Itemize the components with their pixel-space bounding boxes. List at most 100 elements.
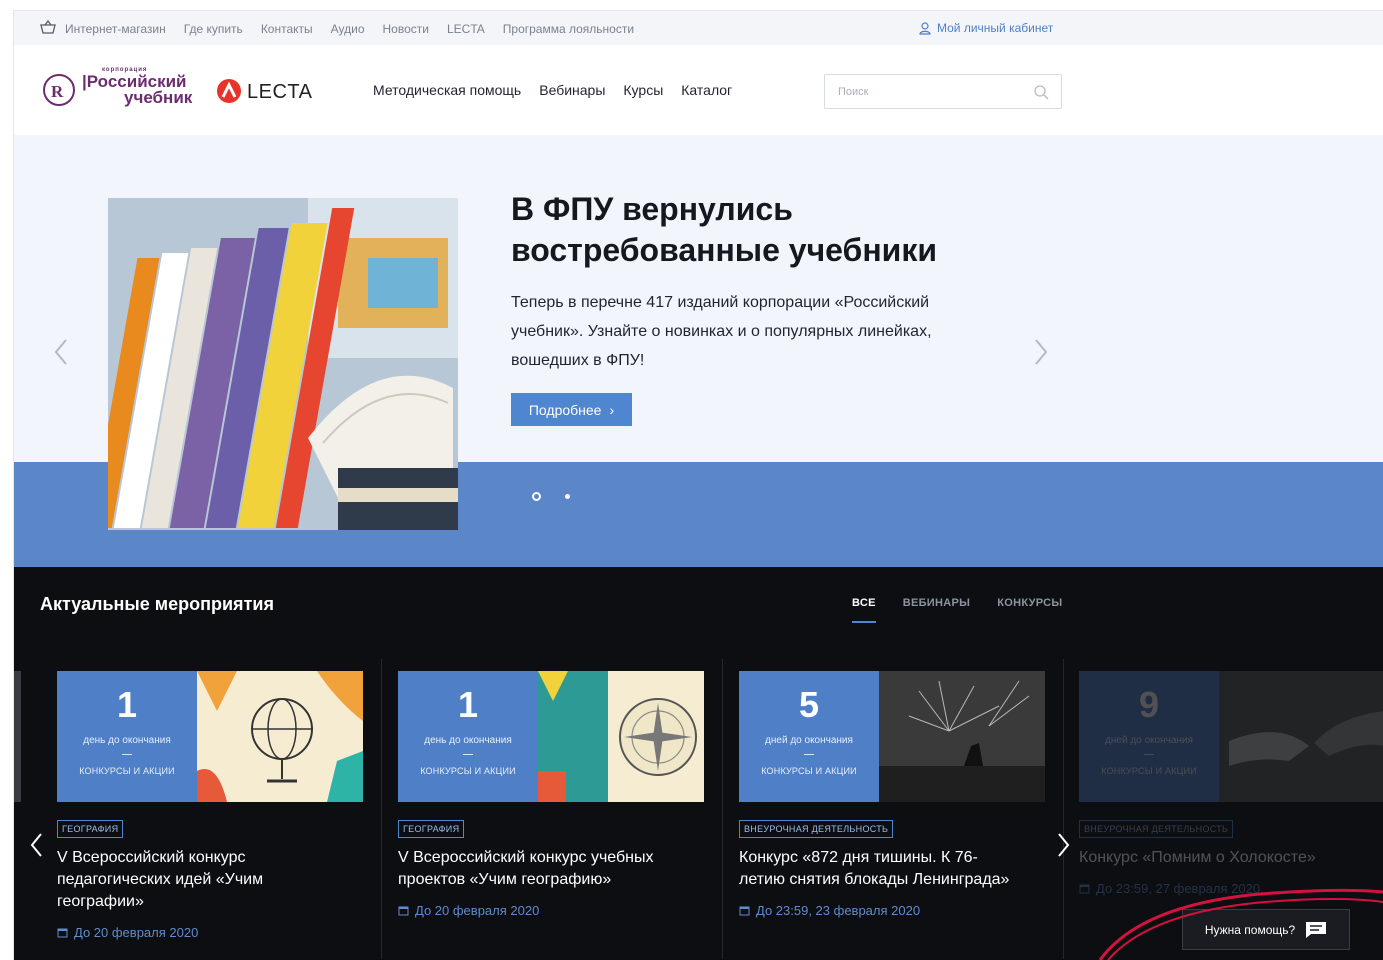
tab-webinars[interactable]: ВЕБИНАРЫ — [903, 597, 971, 623]
event-name[interactable]: Конкурс «Помним о Холокосте» — [1079, 847, 1383, 869]
hero-text-line1: Теперь в перечне 417 изданий корпорации … — [511, 294, 930, 311]
event-card[interactable]: 9 дней до окончания КОНКУРСЫ И АКЦИИ ВНЕ… — [1079, 671, 1383, 896]
lecta-logo-text[interactable]: LECTA — [247, 81, 312, 104]
event-name[interactable]: V Всероссийский конкурс педагогических и… — [57, 847, 363, 913]
top-link-audio[interactable]: Аудио — [331, 22, 365, 36]
nav-webinars[interactable]: Вебинары — [539, 82, 605, 98]
countdown-number: 1 — [116, 684, 138, 725]
hero-text-line3: вошедших в ФПУ! — [511, 352, 645, 369]
event-name-line: географии» — [57, 893, 144, 910]
calendar-icon — [739, 906, 750, 916]
personal-cabinet-link[interactable]: Мой личный кабинет — [919, 21, 1053, 35]
more-button-label: Подробнее — [528, 401, 602, 418]
svg-text:R: R — [51, 82, 64, 101]
calendar-icon — [1079, 884, 1090, 894]
tab-all[interactable]: ВСЕ — [852, 597, 876, 623]
events-prev-arrow-icon[interactable] — [28, 831, 46, 859]
event-date: До 23:59, 23 февраля 2020 — [739, 903, 1045, 918]
countdown-divider — [463, 754, 473, 755]
event-card[interactable]: 5 дней до окончания КОНКУРСЫ И АКЦИИ ВНЕ… — [739, 671, 1045, 918]
top-links: Интернет-магазин Где купить Контакты Ауд… — [65, 22, 652, 36]
event-date: До 20 февраля 2020 — [398, 903, 704, 918]
event-date-label: До 23:59, 23 февраля 2020 — [756, 903, 921, 918]
hands-photo — [1219, 671, 1383, 802]
event-tag[interactable]: ГЕОГРАФИЯ — [57, 820, 124, 838]
slide-dot-active[interactable] — [532, 492, 541, 501]
hero-prev-arrow-icon[interactable] — [52, 337, 72, 367]
event-kind: КОНКУРСЫ И АКЦИИ — [79, 766, 175, 776]
hero-books-image — [108, 198, 458, 530]
chevron-right-icon: › — [609, 401, 615, 418]
nav-courses[interactable]: Курсы — [623, 82, 663, 98]
nav-methodical-help[interactable]: Методическая помощь — [373, 82, 521, 98]
more-button[interactable]: Подробнее › — [511, 393, 632, 426]
hero-description: Теперь в перечне 417 изданий корпорации … — [511, 288, 991, 375]
events-title: Актуальные мероприятия — [40, 594, 274, 614]
top-link-loyalty[interactable]: Программа лояльности — [503, 22, 634, 36]
hero-text-line2: учебник». Узнайте о новинках и о популяр… — [511, 323, 932, 340]
event-tag[interactable]: ВНЕУРОЧНАЯ ДЕЯТЕЛЬНОСТЬ — [739, 820, 894, 838]
countdown-box: 9 дней до окончания КОНКУРСЫ И АКЦИИ — [1079, 671, 1219, 802]
fireworks-photo — [879, 671, 1045, 802]
tab-contests[interactable]: КОНКУРСЫ — [997, 597, 1062, 623]
event-date-label: До 20 февраля 2020 — [415, 903, 540, 918]
top-link-contacts[interactable]: Контакты — [261, 22, 313, 36]
hero-slider: В ФПУ вернулись востребованные учебники … — [14, 135, 1383, 567]
event-kind: КОНКУРСЫ И АКЦИИ — [420, 766, 516, 776]
nav-catalog[interactable]: Каталог — [681, 82, 732, 98]
countdown-box: 5 дней до окончания КОНКУРСЫ И АКЦИИ — [739, 671, 879, 802]
site-header: R корпорация |Российский учебник LECTA М… — [14, 45, 1383, 135]
event-date-label: До 23:59, 27 февраля 2020 — [1096, 881, 1261, 896]
slide-dot[interactable] — [565, 494, 570, 499]
search-icon[interactable] — [1033, 84, 1049, 100]
event-name[interactable]: V Всероссийский конкурс учебных проектов… — [398, 847, 704, 891]
hero-title-line2: востребованные учебники — [511, 232, 937, 268]
countdown-label: дней до окончания — [765, 735, 853, 746]
event-name-line: педагогических идей «Учим — [57, 871, 264, 888]
search-input[interactable] — [825, 75, 1015, 108]
countdown-number: 5 — [798, 684, 820, 725]
event-date-label: До 20 февраля 2020 — [74, 925, 199, 940]
calendar-icon — [398, 906, 409, 916]
event-date: До 20 февраля 2020 — [57, 925, 363, 940]
event-card-thumb: 9 дней до окончания КОНКУРСЫ И АКЦИИ — [1079, 671, 1383, 802]
top-utility-bar: Интернет-магазин Где купить Контакты Ауд… — [14, 11, 1383, 45]
top-link-where-to-buy[interactable]: Где купить — [184, 22, 243, 36]
events-section: Актуальные мероприятия ВСЕ ВЕБИНАРЫ КОНК… — [14, 567, 1383, 960]
top-link-news[interactable]: Новости — [383, 22, 429, 36]
top-link-shop[interactable]: Интернет-магазин — [65, 22, 166, 36]
browser-page: Интернет-магазин Где купить Контакты Ауд… — [13, 10, 1383, 960]
event-card[interactable]: 1 день до окончания КОНКУРСЫ И АКЦИИ ГЕО… — [57, 671, 363, 940]
hero-title: В ФПУ вернулись востребованные учебники — [511, 189, 1071, 271]
card-divider — [722, 659, 723, 959]
event-date: До 23:59, 27 февраля 2020 — [1079, 881, 1383, 896]
countdown-number: 1 — [457, 684, 479, 725]
event-card[interactable]: 1 день до окончания КОНКУРСЫ И АКЦИИ ГЕО… — [398, 671, 704, 918]
help-chat-button[interactable]: Нужна помощь? — [1182, 909, 1350, 950]
personal-cabinet-label: Мой личный кабинет — [937, 21, 1054, 35]
event-kind: КОНКУРСЫ И АКЦИИ — [1101, 766, 1197, 776]
calendar-icon — [57, 928, 68, 938]
user-icon — [919, 21, 931, 35]
rossiyskiy-uchebnik-logo-text[interactable]: корпорация |Российский учебник — [82, 67, 192, 106]
event-name-line: Конкурс «Помним о Холокосте» — [1079, 849, 1316, 866]
basket-icon[interactable] — [40, 20, 56, 34]
top-link-lecta[interactable]: LECTA — [447, 22, 485, 36]
books-illustration — [108, 198, 458, 530]
event-name[interactable]: Конкурс «872 дня тишины. К 76- летию сня… — [739, 847, 1045, 891]
events-next-arrow-icon[interactable] — [1054, 831, 1072, 859]
event-tag[interactable]: ГЕОГРАФИЯ — [398, 820, 465, 838]
card-divider — [381, 659, 382, 959]
rossiyskiy-uchebnik-logo-icon[interactable]: R — [42, 73, 76, 107]
help-chat-label: Нужна помощь? — [1204, 922, 1296, 937]
events-tabs: ВСЕ ВЕБИНАРЫ КОНКУРСЫ — [852, 597, 1089, 623]
countdown-number: 9 — [1138, 684, 1160, 725]
search-box — [824, 74, 1062, 109]
event-tag[interactable]: ВНЕУРОЧНАЯ ДЕЯТЕЛЬНОСТЬ — [1079, 820, 1234, 838]
countdown-label: день до окончания — [424, 735, 512, 746]
lecta-logo-icon[interactable] — [215, 78, 243, 104]
event-name-line: летию снятия блокады Ленинграда» — [739, 871, 1010, 888]
countdown-label: день до окончания — [83, 735, 171, 746]
hero-next-arrow-icon[interactable] — [1030, 337, 1050, 367]
event-card-thumb: 1 день до окончания КОНКУРСЫ И АКЦИИ — [57, 671, 363, 802]
